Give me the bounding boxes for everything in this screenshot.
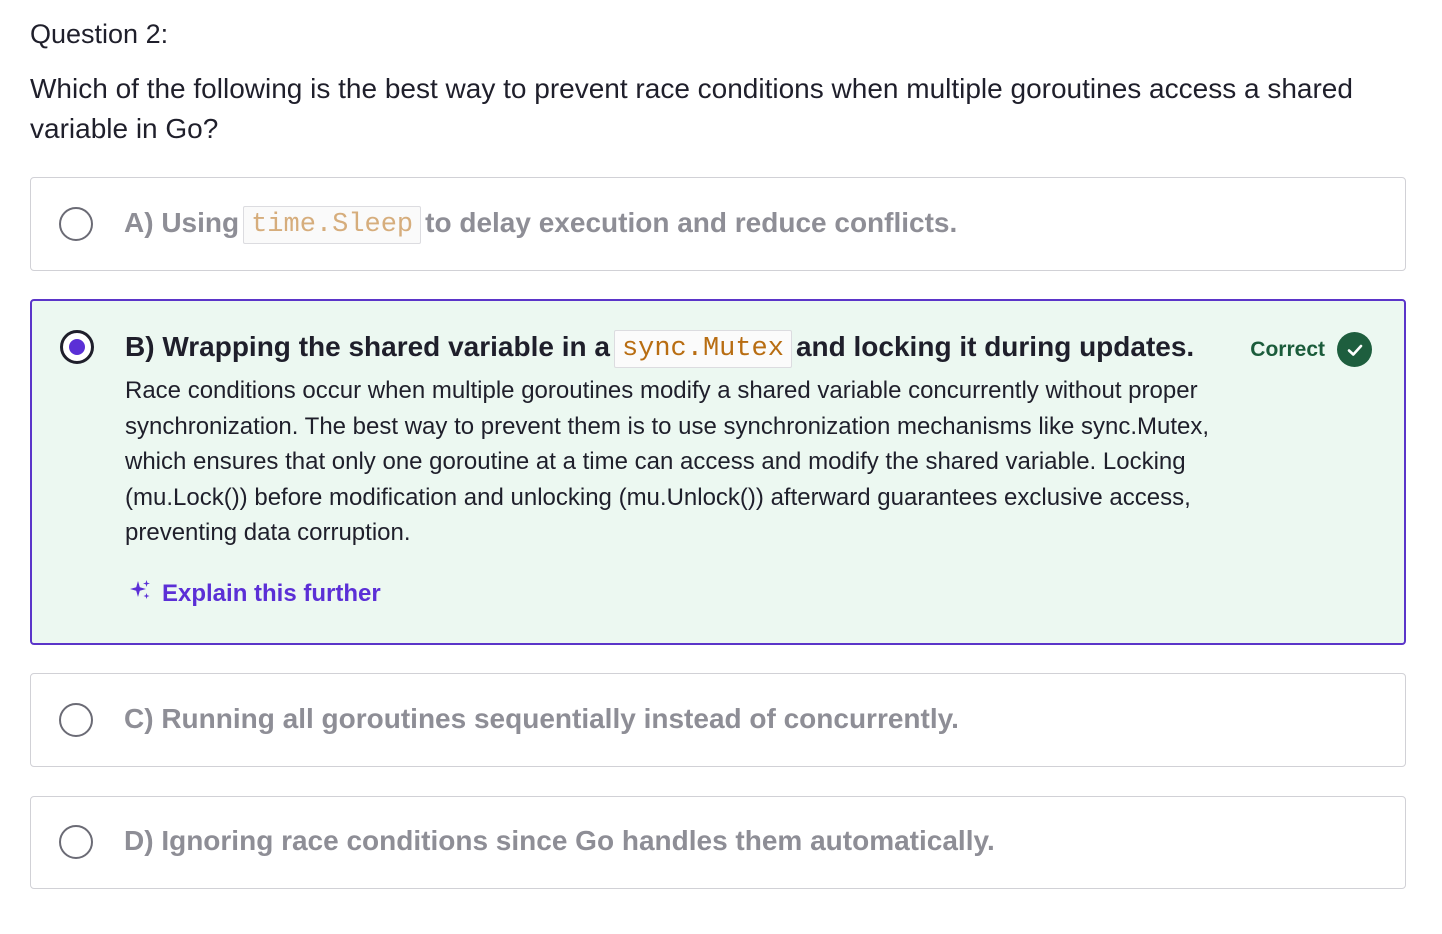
question-label: Question 2: [30, 19, 169, 49]
option-c-label: C) Running all goroutines sequentially i… [124, 703, 959, 734]
radio-option-d[interactable] [59, 825, 93, 859]
option-a-label: A) Using time.Sleep to delay execution and… [124, 203, 957, 244]
explain-further-label: Explain this further [162, 579, 381, 607]
question-text: Which of the following is the best way t… [30, 73, 1353, 144]
correct-label: Correct [1250, 337, 1325, 361]
radio-option-b[interactable] [60, 330, 94, 364]
sparkle-icon [128, 578, 152, 609]
correct-badge: Correct [1250, 332, 1372, 367]
option-b-label: B) Wrapping the shared variable in a sync… [125, 327, 1194, 368]
radio-option-a[interactable] [59, 207, 93, 241]
option-b-suffix: and locking it during updates. [795, 331, 1195, 362]
option-d-label: D) Ignoring race conditions since Go han… [124, 825, 995, 856]
option-c[interactable]: C) Running all goroutines sequentially i… [30, 673, 1406, 767]
option-d[interactable]: D) Ignoring race conditions since Go han… [30, 796, 1406, 889]
option-a-code: time.Sleep [243, 205, 422, 244]
option-b-prefix: B) Wrapping the shared variable in a [125, 331, 610, 362]
explanation-text: Race conditions occur when multiple goro… [125, 377, 1210, 546]
option-a[interactable]: A) Using time.Sleep to delay execution and… [30, 177, 1406, 271]
option-b[interactable]: B) Wrapping the shared variable in a sync… [30, 299, 1406, 645]
option-a-suffix: to delay execution and reduce conflicts. [425, 207, 958, 238]
check-circle-icon [1337, 332, 1372, 367]
radio-option-c[interactable] [59, 703, 93, 737]
option-b-code: sync.Mutex [613, 329, 792, 368]
explain-further-link[interactable]: Explain this further [128, 578, 381, 609]
option-a-prefix: A) Using [124, 207, 240, 238]
